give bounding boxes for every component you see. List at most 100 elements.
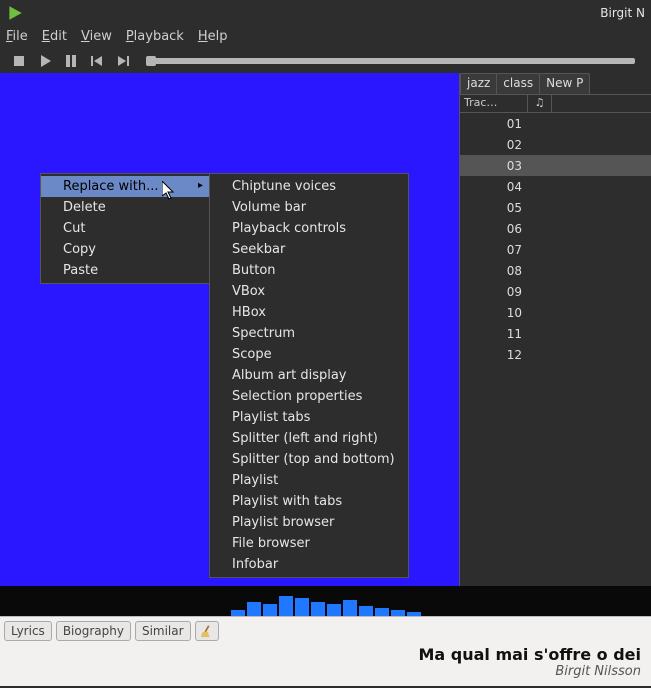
playlist-row[interactable]: 08 [460,260,651,281]
playlist-tabs: jazzclassNew P [460,73,651,95]
prev-button[interactable] [86,51,108,71]
ctx-sub-item-playlist-with-tabs[interactable]: Playlist with tabs [210,491,408,512]
spectrum-bar [279,596,293,616]
info-tab-similar[interactable]: Similar [135,621,191,641]
ctx-sub-item-playlist-tabs[interactable]: Playlist tabs [210,407,408,428]
ctx-sub-item-splitter-top-and-bottom[interactable]: Splitter (top and bottom) [210,449,408,470]
spectrum-bar [263,604,277,616]
playlist-col-playing-icon[interactable]: ♫ [528,95,552,112]
playlist-row[interactable]: 04 [460,176,651,197]
menu-view[interactable]: View [81,29,112,44]
playlist-body[interactable]: 01 02 03 04 05 06 07 08 09 10 11 12 [460,113,651,588]
info-tabs: LyricsBiographySimilar [0,617,651,645]
ctx-sub-item-playlist[interactable]: Playlist [210,470,408,491]
ctx-sub-item-selection-properties[interactable]: Selection properties [210,386,408,407]
playlist-cell-trackno: 01 [460,117,528,131]
info-tab-lyrics[interactable]: Lyrics [4,621,52,641]
playlist-row[interactable]: 09 [460,281,651,302]
spectrum-bar [391,610,405,616]
title-bar: Birgit N [0,0,651,25]
ctx-sub-item-volume-bar[interactable]: Volume bar [210,197,408,218]
ctx-item-cut[interactable]: Cut [41,218,209,239]
spectrum-bar [375,608,389,616]
ctx-sub-item-playback-controls[interactable]: Playback controls [210,218,408,239]
info-panel: LyricsBiographySimilar Ma qual mai s'off… [0,616,651,686]
ctx-sub-item-seekbar[interactable]: Seekbar [210,239,408,260]
spectrum-bar [231,610,245,616]
playlist-cell-trackno: 03 [460,159,528,173]
playlist-cell-trackno: 12 [460,348,528,362]
ctx-sub-item-album-art-display[interactable]: Album art display [210,365,408,386]
spectrum-bar [407,612,421,616]
ctx-sub-item-button[interactable]: Button [210,260,408,281]
ctx-item-delete[interactable]: Delete [41,197,209,218]
ctx-item-copy[interactable]: Copy [41,239,209,260]
ctx-sub-item-vbox[interactable]: VBox [210,281,408,302]
playlist-pane: jazzclassNew P Trac… ♫ 01020304050607080… [459,73,651,588]
playlist-col-trackno[interactable]: Trac… [460,95,528,112]
playlist-cell-trackno: 08 [460,264,528,278]
playlist-row[interactable]: 03 [460,155,651,176]
playlist-row[interactable]: 07 [460,239,651,260]
submenu-arrow-icon: ▸ [198,180,203,191]
menu-bar: File Edit View Playback Help [0,25,651,47]
playlist-row[interactable]: 11 [460,323,651,344]
next-button[interactable] [112,51,134,71]
playlist-row[interactable]: 10 [460,302,651,323]
spectrum-bar [311,602,325,616]
menu-playback[interactable]: Playback [126,29,184,44]
spectrum-bar [327,604,341,616]
seek-bar[interactable] [146,58,635,64]
now-playing-artist: Birgit Nilsson [0,664,641,679]
context-menu: Replace with...▸DeleteCutCopyPaste [40,173,210,284]
now-playing-title: Ma qual mai s'offre o dei [0,645,641,664]
ctx-sub-item-playlist-browser[interactable]: Playlist browser [210,512,408,533]
playlist-cell-trackno: 06 [460,222,528,236]
layout-editor-pane[interactable]: Replace with...▸DeleteCutCopyPaste Chipt… [0,73,459,588]
playlist-header: Trac… ♫ [460,95,651,113]
menu-edit[interactable]: Edit [42,29,67,44]
playlist-cell-trackno: 09 [460,285,528,299]
playlist-cell-trackno: 05 [460,201,528,215]
spectrum-bar [295,598,309,616]
playlist-row[interactable]: 05 [460,197,651,218]
ctx-item-paste[interactable]: Paste [41,260,209,281]
playlist-cell-trackno: 11 [460,327,528,341]
playlist-row[interactable]: 01 [460,113,651,134]
playlist-tab-jazz[interactable]: jazz [460,73,497,94]
broom-icon [200,624,214,638]
playlist-cell-trackno: 07 [460,243,528,257]
playlist-cell-trackno: 04 [460,180,528,194]
menu-help[interactable]: Help [198,29,228,44]
playlist-row[interactable]: 02 [460,134,651,155]
stop-button[interactable] [8,51,30,71]
ctx-sub-item-chiptune-voices[interactable]: Chiptune voices [210,176,408,197]
play-button[interactable] [34,51,56,71]
playlist-cell-trackno: 10 [460,306,528,320]
ctx-sub-item-splitter-left-and-right[interactable]: Splitter (left and right) [210,428,408,449]
titlebar-text: Birgit N [600,6,645,20]
info-tab-biography[interactable]: Biography [56,621,131,641]
ctx-sub-item-infobar[interactable]: Infobar [210,554,408,575]
ctx-sub-item-scope[interactable]: Scope [210,344,408,365]
pause-button[interactable] [60,51,82,71]
playlist-row[interactable]: 12 [460,344,651,365]
app-logo-icon [6,4,24,22]
playlist-tab-new-p[interactable]: New P [539,73,590,94]
playlist-tab-class[interactable]: class [496,73,540,94]
toolbar [0,49,651,73]
menu-file[interactable]: File [6,29,28,44]
ctx-sub-item-spectrum[interactable]: Spectrum [210,323,408,344]
spectrum-bar [247,602,261,616]
spectrum-visualizer [0,586,651,616]
context-submenu-replace-with: Chiptune voicesVolume barPlayback contro… [209,173,409,578]
ctx-sub-item-file-browser[interactable]: File browser [210,533,408,554]
spectrum-bar [343,600,357,616]
ctx-item-replace-with[interactable]: Replace with...▸ [41,176,209,197]
clear-info-button[interactable] [195,621,219,641]
seek-thumb[interactable] [146,56,156,66]
ctx-sub-item-hbox[interactable]: HBox [210,302,408,323]
spectrum-bar [359,606,373,616]
playlist-cell-trackno: 02 [460,138,528,152]
playlist-row[interactable]: 06 [460,218,651,239]
